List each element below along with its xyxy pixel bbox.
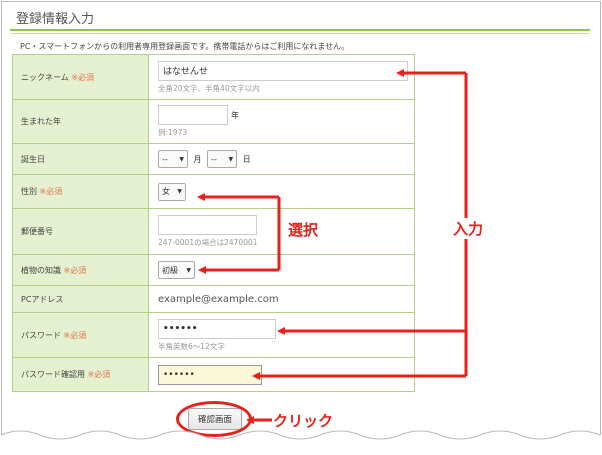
annotation-input: 入力: [451, 218, 486, 239]
torn-edge: [0, 430, 602, 455]
annotation-select: 選択: [288, 221, 319, 239]
